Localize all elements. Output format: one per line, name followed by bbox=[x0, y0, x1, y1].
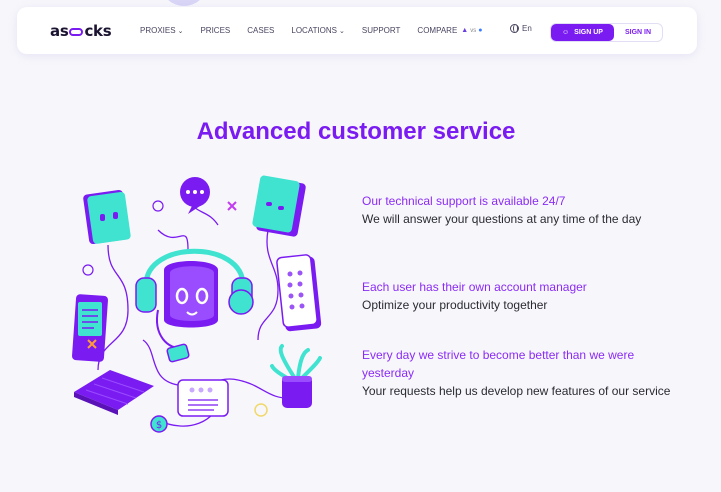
user-icon: ☺ bbox=[562, 29, 570, 36]
sign-in-label: SIGN IN bbox=[624, 29, 652, 36]
language-label: En bbox=[522, 24, 532, 33]
nav-item-compare[interactable]: COMPARE ▲ vs ● bbox=[417, 26, 482, 35]
nav-item-cases[interactable]: CASES bbox=[247, 26, 274, 35]
section-title: Advanced customer service bbox=[196, 118, 516, 145]
language-selector[interactable]: En bbox=[510, 24, 532, 33]
navbar: as cks PROXIES ⌄ PRICES CASES LOCATIONS … bbox=[17, 7, 697, 54]
feature-heading: Every day we strive to become better tha… bbox=[362, 348, 635, 380]
decor-circle bbox=[254, 403, 268, 417]
feature-body: Your requests help us develop new featur… bbox=[362, 384, 671, 398]
dollar-icon: $ bbox=[150, 415, 168, 433]
nav-item-proxies[interactable]: PROXIES ⌄ bbox=[140, 26, 183, 35]
main-nav: PROXIES ⌄ PRICES CASES LOCATIONS ⌄ SUPPO… bbox=[140, 7, 499, 54]
feature-item: Every day we strive to become better tha… bbox=[362, 346, 677, 400]
feature-heading: Each user has their own account manager bbox=[362, 280, 587, 294]
auth-buttons: ☺ SIGN UP SIGN IN bbox=[550, 23, 663, 42]
decor-circle bbox=[152, 200, 164, 212]
nav-item-prices[interactable]: PRICES bbox=[200, 26, 230, 35]
chat-window-icon bbox=[177, 379, 229, 417]
chevron-down-icon: ⌄ bbox=[177, 27, 184, 35]
nav-item-label: LOCATIONS bbox=[291, 26, 338, 35]
nav-item-label: PRICES bbox=[200, 26, 231, 35]
globe-icon bbox=[510, 24, 519, 33]
decor-circle bbox=[82, 264, 94, 276]
nav-item-label: COMPARE bbox=[417, 26, 458, 35]
feature-heading: Our technical support is available 24/7 bbox=[362, 194, 566, 208]
svg-text:$: $ bbox=[156, 420, 162, 431]
logo-prefix: as bbox=[50, 22, 69, 40]
sign-up-label: SIGN UP bbox=[574, 29, 603, 36]
speech-bubble-icon bbox=[180, 177, 210, 214]
keypad-card-icon bbox=[276, 254, 322, 332]
chat-bubble-icon bbox=[83, 189, 131, 245]
nav-item-support[interactable]: SUPPORT bbox=[362, 26, 401, 35]
document-card-icon bbox=[72, 294, 108, 362]
support-illustration: $ bbox=[72, 175, 322, 433]
chat-bubble-icon bbox=[252, 175, 306, 237]
feature-body: We will answer your questions at any tim… bbox=[362, 212, 642, 226]
decor-x-marks bbox=[227, 201, 237, 211]
nav-item-label: PROXIES bbox=[140, 26, 176, 35]
sign-up-button[interactable]: ☺ SIGN UP bbox=[551, 24, 614, 41]
keyboard-icon bbox=[74, 370, 154, 415]
feature-body: Optimize your productivity together bbox=[362, 298, 548, 312]
compare-vs-label: vs bbox=[470, 27, 477, 34]
support-robot-icon bbox=[135, 248, 254, 363]
feature-item: Each user has their own account manager … bbox=[362, 278, 677, 314]
nav-item-locations[interactable]: LOCATIONS ⌄ bbox=[291, 26, 345, 35]
chevron-down-icon: ⌄ bbox=[339, 27, 345, 35]
top-decoration bbox=[160, 0, 208, 6]
compare-icons: ▲ vs ● bbox=[461, 27, 482, 34]
nav-item-label: CASES bbox=[247, 26, 275, 35]
logo[interactable]: as cks bbox=[50, 20, 112, 42]
nav-item-label: SUPPORT bbox=[361, 26, 401, 35]
competitor-b-icon: ● bbox=[478, 27, 483, 34]
plant-icon bbox=[270, 344, 322, 408]
competitor-a-icon: ▲ bbox=[461, 27, 469, 34]
feature-item: Our technical support is available 24/7 … bbox=[362, 192, 677, 228]
logo-mark-icon bbox=[69, 28, 84, 36]
logo-suffix: cks bbox=[84, 22, 112, 40]
sign-in-button[interactable]: SIGN IN bbox=[614, 24, 662, 41]
